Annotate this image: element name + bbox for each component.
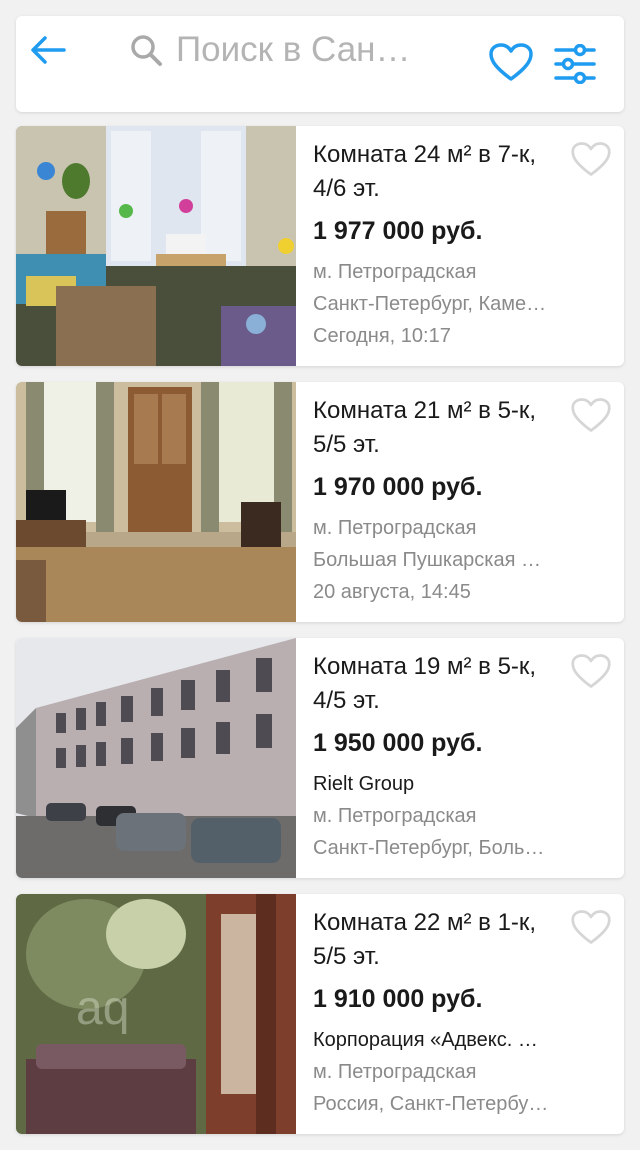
listing-date: 20 августа, 14:45 (313, 581, 471, 603)
heart-icon[interactable] (570, 908, 612, 946)
search-icon (131, 35, 162, 66)
listing-address: Большая Пушкарская … (313, 549, 542, 571)
listing-agency: Корпорация «Адвекс. … (313, 1029, 538, 1051)
listing-address: Санкт-Петербург, Боль… (313, 837, 545, 859)
listing-info: Комната 24 м² в 7-к, 4/6 эт. 1 977 000 р… (313, 138, 573, 352)
heart-icon[interactable] (570, 652, 612, 690)
svg-text:aq: aq (76, 982, 129, 1035)
arrow-left-icon (31, 36, 66, 64)
listing-address: Санкт-Петербург, Каме… (313, 293, 547, 315)
listing-title: Комната 21 м² в 5-к, 5/5 эт. (313, 397, 537, 458)
listing-title: Комната 22 м² в 1-к, 5/5 эт. (313, 909, 537, 970)
listing-info: Комната 19 м² в 5-к, 4/5 эт. 1 950 000 р… (313, 650, 573, 864)
listing-price: 1 950 000 руб. (313, 729, 483, 757)
listing-photo[interactable] (16, 638, 296, 878)
listing-address: Россия, Санкт-Петербу… (313, 1093, 549, 1115)
building-street-photo (16, 638, 296, 878)
listing-price: 1 910 000 руб. (313, 985, 483, 1013)
room-with-cabinet-photo (16, 382, 296, 622)
listing-photo[interactable]: aq (16, 894, 296, 1134)
listing-metro: м. Петроградская (313, 1061, 477, 1083)
room-with-balloons-photo (16, 126, 296, 366)
listing-title: Комната 24 м² в 7-к, 4/6 эт. (313, 141, 537, 202)
listing-metro: м. Петроградская (313, 261, 477, 283)
search-input[interactable] (176, 30, 446, 70)
listing-photo[interactable] (16, 382, 296, 622)
search-field[interactable] (114, 22, 460, 78)
heart-icon[interactable] (570, 396, 612, 434)
sliders-icon[interactable] (552, 44, 598, 84)
listing-price: 1 970 000 руб. (313, 473, 483, 501)
listing-info: Комната 22 м² в 1-к, 5/5 эт. 1 910 000 р… (313, 906, 573, 1120)
listing-metro: м. Петроградская (313, 517, 477, 539)
listing-photo[interactable] (16, 126, 296, 366)
listing-card[interactable]: Комната 21 м² в 5-к, 5/5 эт. 1 970 000 р… (16, 382, 624, 622)
listing-title: Комната 19 м² в 5-к, 4/5 эт. (313, 653, 537, 714)
heart-icon[interactable] (570, 140, 612, 178)
listing-card[interactable]: Комната 19 м² в 5-к, 4/5 эт. 1 950 000 р… (16, 638, 624, 878)
back-button[interactable] (28, 32, 68, 68)
listing-agency: Rielt Group (313, 773, 415, 795)
room-with-sofa-photo: aq (16, 894, 296, 1134)
favorites-heart-icon[interactable] (488, 42, 534, 82)
listing-list: Комната 24 м² в 7-к, 4/6 эт. 1 977 000 р… (16, 126, 624, 1150)
listing-card[interactable]: Комната 24 м² в 7-к, 4/6 эт. 1 977 000 р… (16, 126, 624, 366)
listing-date: Сегодня, 10:17 (313, 325, 451, 347)
listing-price: 1 977 000 руб. (313, 217, 483, 245)
listing-card[interactable]: aq Комната 22 м² в 1-к, 5/5 эт. 1 910 00… (16, 894, 624, 1134)
listing-metro: м. Петроградская (313, 805, 477, 827)
listing-info: Комната 21 м² в 5-к, 5/5 эт. 1 970 000 р… (313, 394, 573, 608)
